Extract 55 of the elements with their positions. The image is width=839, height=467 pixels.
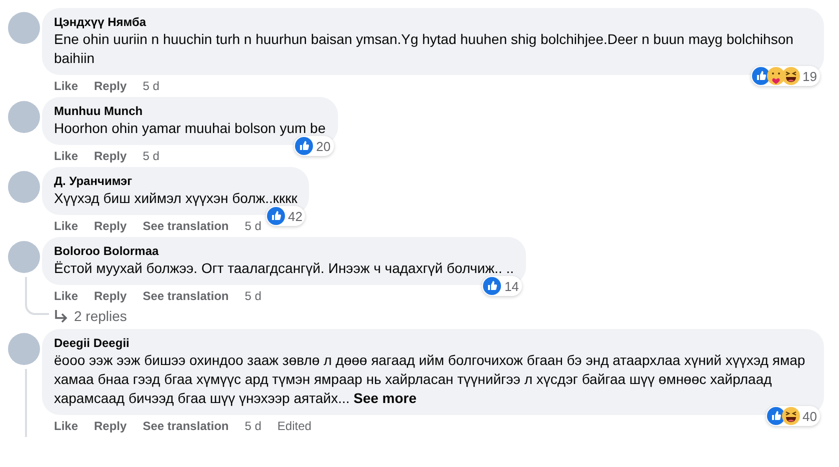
view-replies-link[interactable]: 2 replies <box>54 307 127 325</box>
laughing-face-icon <box>782 67 800 85</box>
reaction-count: 20 <box>316 138 331 154</box>
meta-text: 5 d <box>244 419 262 433</box>
reactions-summary[interactable]: 20 <box>294 136 334 156</box>
avatar[interactable] <box>8 101 40 133</box>
thumbs-up-icon <box>266 207 285 225</box>
reactions-summary[interactable]: 19 <box>750 66 820 86</box>
action-link[interactable]: Like <box>54 289 78 303</box>
meta-text: 5 d <box>142 79 160 93</box>
reactions-summary[interactable]: 14 <box>482 276 522 296</box>
comment-text: Hoorhon ohin yamar muuhai bolson yum be <box>54 119 326 138</box>
action-link[interactable]: Reply <box>94 149 127 163</box>
reactions-summary[interactable]: 42 <box>266 206 306 226</box>
action-link[interactable]: Reply <box>94 79 127 93</box>
thumbs-up-icon <box>752 67 770 85</box>
author-name[interactable]: Deegii Deegii <box>54 336 812 351</box>
action-link[interactable]: Like <box>54 419 78 433</box>
author-name[interactable]: Boloroo Bolormaa <box>54 244 514 259</box>
thumbs-up-icon <box>766 407 785 425</box>
reply-arrow-icon <box>54 309 68 323</box>
action-link[interactable]: Like <box>54 219 78 233</box>
comment-text: Ene ohin uuriin n huuchin turh n huurhun baisan ymsan.Yg hytad huuhen shig bolchihjee.Deer n buun mayg bolchihson baihiin <box>54 30 794 68</box>
meta-text: 5 d <box>142 149 160 163</box>
author-name[interactable]: Цэндхүү Нямба <box>54 15 812 30</box>
reaction-count: 40 <box>802 408 817 424</box>
action-link[interactable]: See translation <box>142 419 229 433</box>
comment-text: Хүүхэд биш хиймэл хүүхэн болж..кккк <box>54 189 298 208</box>
action-link[interactable]: Like <box>54 79 78 93</box>
action-link[interactable]: Reply <box>94 219 127 233</box>
reaction-count: 19 <box>802 68 817 84</box>
comment-text: Ёстой муухай болжээ. Огт таалагдсангүй. Инээж ч чадахгүй болчиж.. .. <box>54 259 514 278</box>
avatar[interactable] <box>8 333 40 365</box>
reaction-count: 42 <box>288 208 302 224</box>
reactions-summary[interactable]: 40 <box>766 406 820 426</box>
author-name[interactable]: Д. Уранчимэг <box>54 174 298 189</box>
meta-text: 5 d <box>244 219 262 233</box>
reaction-count: 14 <box>504 278 519 294</box>
meta-text: 5 d <box>244 289 262 303</box>
avatar[interactable] <box>8 12 40 44</box>
action-link[interactable]: Reply <box>94 419 127 433</box>
see-more-link[interactable]: See more <box>354 390 417 406</box>
action-link[interactable]: Like <box>54 149 78 163</box>
action-link[interactable]: See translation <box>142 219 229 233</box>
laughing-face-icon <box>782 407 800 425</box>
thumbs-up-icon <box>295 137 314 155</box>
comment-text: ёооо ээж ээж бишээ охиндоо зааж зөвлө л дөөө яагаад ийм болгочихож бгаан бэ энд атаархлаа хүний хүүхэд ямар хамаа бнаа гээд бгаа хүмүүс ард түмэн ямраар нь хайрласан түүнийгээ л хүсдэг байгаа шүү өмнөөс хайрлаад харамсаад бичээд бгаа шүү үнэхээр аятайх... See more <box>54 351 806 408</box>
thumbs-up-icon <box>483 277 502 295</box>
avatar[interactable] <box>8 171 40 203</box>
meta-text: Edited <box>277 419 312 433</box>
hugging-face-icon <box>766 67 785 85</box>
avatar[interactable] <box>8 241 40 273</box>
action-link[interactable]: Reply <box>94 289 127 303</box>
author-name[interactable]: Munhuu Munch <box>54 104 326 119</box>
action-link[interactable]: See translation <box>142 289 229 303</box>
